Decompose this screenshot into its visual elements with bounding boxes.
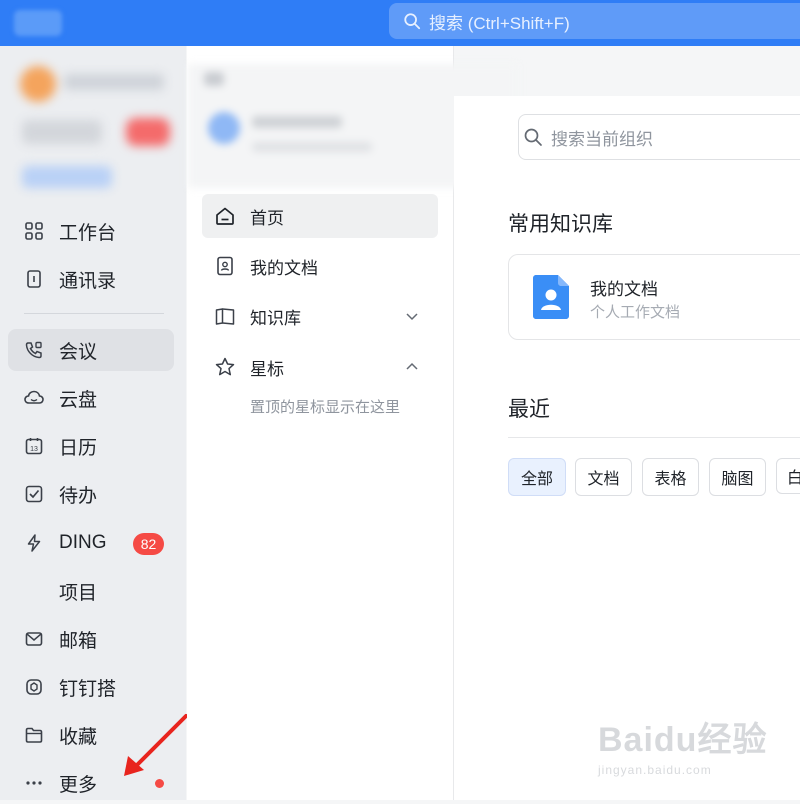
kb-card-my-docs[interactable]: 我的文档 个人工作文档 [508,254,800,340]
ding-unread-badge: 82 [133,533,164,555]
sidebar-item-label: 项目 [59,582,98,604]
more-dots-icon [23,772,45,794]
baidu-watermark: Baidu经验 jingyan.baidu.com [598,712,768,782]
search-icon [404,13,421,30]
calendar-icon-day: 13 [30,446,38,453]
notification-dot [155,779,164,788]
sidebar-item-label: 会议 [59,341,98,363]
sidebar-item-dingda[interactable]: 钉钉搭 [8,666,174,708]
sidebar-item-label: 邮箱 [59,630,98,652]
builder-icon [23,676,45,698]
phone-video-icon [23,339,45,361]
filter-mindmap[interactable]: 脑图 [709,458,766,496]
sidebar-item-label: 待办 [59,485,98,507]
watermark-url: jingyan.baidu.com [598,763,712,777]
account-area-blurred[interactable] [8,56,180,196]
panel-item-home[interactable]: 首页 [202,194,438,238]
main-content [454,96,800,800]
sidebar-item-contacts[interactable]: 通讯录 [8,258,174,300]
filter-whiteboard[interactable]: 白 [776,458,800,494]
panel-item-label: 知识库 [250,308,301,328]
search-icon [524,128,542,146]
panel-item-starred[interactable]: 星标 [202,345,438,389]
global-search-placeholder: 搜索 (Ctrl+Shift+F) [429,13,570,33]
panel-item-label: 首页 [250,208,284,228]
folder-icon [23,724,45,746]
sidebar-item-todo[interactable]: 待办 [8,473,174,515]
project-icon [23,580,45,602]
book-icon [214,305,236,327]
kb-card-title: 我的文档 [590,280,658,299]
sidebar-item-label: 钉钉搭 [59,678,117,700]
sidebar-item-label: 云盘 [59,389,98,411]
frequent-kb-heading: 常用知识库 [508,213,613,236]
top-bar: 搜索 (Ctrl+Shift+F) [0,0,800,46]
org-search-placeholder: 搜索当前组织 [551,129,653,149]
sidebar-item-label: 更多 [59,774,98,796]
sidebar-item-label: 收藏 [59,726,98,748]
lightning-icon [23,532,45,554]
calendar-icon: 13 [23,435,45,457]
grid-icon [23,220,45,242]
recent-divider [508,437,800,438]
app-logo [14,10,62,36]
kb-card-subtitle: 个人工作文档 [590,304,681,321]
mail-icon [23,628,45,650]
sidebar-item-mail[interactable]: 邮箱 [8,618,174,660]
doc-user-icon [533,275,569,319]
filter-sheets[interactable]: 表格 [642,458,699,496]
sidebar-item-label: 日历 [59,437,98,459]
sidebar-item-label: DING [59,532,107,553]
sidebar-item-cloud-drive[interactable]: 云盘 [8,377,174,419]
red-annotation-arrow [124,714,188,776]
panel-item-label: 星标 [250,359,284,379]
sidebar-item-calendar[interactable]: 13 日历 [8,425,174,467]
chevron-up-icon[interactable] [404,359,420,375]
home-icon [214,205,236,227]
checkbox-icon [23,483,45,505]
sidebar-item-meeting[interactable]: 会议 [8,329,174,371]
panel-item-knowledge-base[interactable]: 知识库 [202,294,438,338]
watermark-title: Baidu经验 [598,721,768,759]
star-icon [214,356,236,378]
cloud-icon [23,387,45,409]
sidebar-item-label: 通讯录 [59,270,117,292]
sidebar-item-workbench[interactable]: 工作台 [8,210,174,252]
panel-item-my-docs[interactable]: 我的文档 [202,244,438,288]
sidebar-item-project[interactable]: 项目 [8,570,174,612]
panel-item-label: 我的文档 [250,258,318,278]
org-search-input[interactable]: 搜索当前组织 [518,114,800,160]
sidebar-divider [24,313,164,314]
user-doc-icon [214,255,236,277]
recent-heading: 最近 [508,398,550,421]
starred-empty-hint: 置顶的星标显示在这里 [250,399,401,416]
contacts-icon [23,268,45,290]
global-search-input[interactable]: 搜索 (Ctrl+Shift+F) [389,3,800,39]
filter-all[interactable]: 全部 [508,458,566,496]
filter-docs[interactable]: 文档 [575,458,632,496]
chevron-down-icon[interactable] [404,308,420,324]
sidebar-item-label: 工作台 [59,222,117,244]
avatar [20,66,56,102]
